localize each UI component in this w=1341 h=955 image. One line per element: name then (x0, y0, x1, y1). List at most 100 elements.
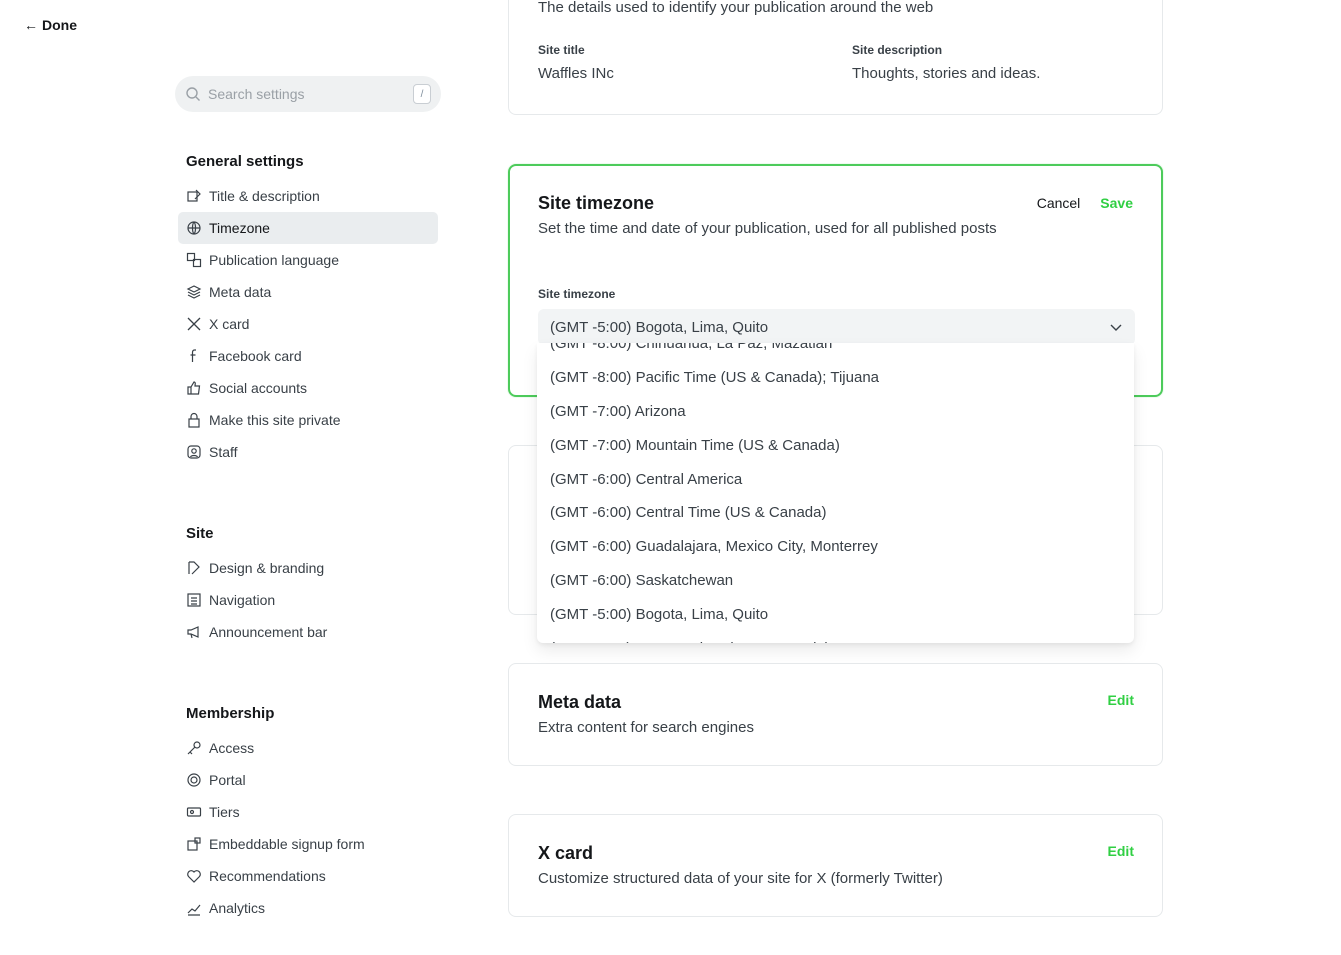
embed-icon (186, 836, 202, 852)
site-description-field: Site description Thoughts, stories and i… (852, 43, 1040, 82)
site-description-value: Thoughts, stories and ideas. (852, 65, 1041, 82)
timezone-card-actions: Cancel Save (1037, 195, 1133, 211)
translate-icon (186, 252, 202, 268)
sidebar-item-navigation[interactable]: Navigation (178, 584, 438, 616)
timezone-option[interactable]: (GMT -6:00) Guadalajara, Mexico City, Mo… (537, 530, 1134, 564)
sidebar-item-announcement-bar[interactable]: Announcement bar (178, 616, 438, 648)
sidebar-item-label: Design & branding (209, 560, 325, 576)
sidebar-item-publication-language[interactable]: Publication language (178, 244, 438, 276)
sidebar-item-label: Navigation (209, 592, 276, 608)
sidebar-item-label: Portal (209, 772, 246, 788)
nav-membership-section: Membership Access Portal Tiers Embeddabl… (178, 705, 438, 924)
site-description-label: Site description (852, 43, 943, 57)
sidebar-item-label: Embeddable signup form (209, 836, 365, 852)
sidebar-item-x-card[interactable]: X card (178, 308, 438, 340)
sidebar-item-label: Analytics (209, 900, 266, 916)
globe-icon (186, 220, 202, 236)
site-title-value: Waffles INc (538, 65, 614, 82)
timezone-option[interactable]: (GMT -6:00) Central Time (US & Canada) (537, 496, 1134, 530)
chevron-down-icon (1110, 324, 1122, 331)
timezone-option[interactable]: (GMT -7:00) Mountain Time (US & Canada) (537, 428, 1134, 462)
lock-icon (186, 412, 202, 428)
sidebar-item-label: Tiers (209, 804, 240, 820)
thumbs-up-icon (186, 380, 202, 396)
sidebar-item-recommendations[interactable]: Recommendations (178, 860, 438, 892)
timezone-options-list: (GMT -8:00) Chihuahua, La Paz, Mazatlan … (537, 343, 1134, 643)
timezone-select[interactable]: (GMT -5:00) Bogota, Lima, Quito (538, 309, 1135, 345)
key-icon (186, 740, 202, 756)
nav-general-heading: General settings (186, 153, 304, 170)
megaphone-icon (186, 624, 202, 640)
meta-card-description: Extra content for search engines (538, 719, 754, 736)
x-logo-icon (186, 316, 202, 332)
timezone-option[interactable]: (GMT -8:00) Pacific Time (US & Canada); … (537, 361, 1134, 395)
x-card-edit-button[interactable]: Edit (1108, 843, 1134, 859)
search-input[interactable] (208, 86, 413, 102)
save-button[interactable]: Save (1100, 195, 1133, 211)
timezone-field-label: Site timezone (538, 287, 616, 301)
list-icon (186, 592, 202, 608)
portal-icon (186, 772, 202, 788)
timezone-card-title: Site timezone (538, 193, 655, 213)
sidebar-item-timezone[interactable]: Timezone (178, 212, 438, 244)
nav-site-heading: Site (186, 525, 214, 542)
timezone-option[interactable]: (GMT -7:00) Arizona (537, 395, 1134, 429)
sidebar-item-label: Recommendations (209, 868, 326, 884)
users-icon (186, 444, 202, 460)
pen-box-icon (186, 188, 202, 204)
meta-edit-button[interactable]: Edit (1108, 692, 1134, 708)
sidebar-item-make-private[interactable]: Make this site private (178, 404, 438, 436)
sidebar-item-label: Meta data (209, 284, 272, 300)
heart-icon (186, 868, 202, 884)
sidebar-item-access[interactable]: Access (178, 732, 438, 764)
sidebar-item-label: Make this site private (209, 412, 341, 428)
meta-card-header: Meta data Extra content for search engin… (538, 692, 754, 739)
search-shortcut-hint: / (413, 84, 431, 104)
sidebar-item-label: Publication language (209, 252, 339, 268)
x-card-card: X card Customize structured data of your… (508, 814, 1163, 917)
title-description-card: The details used to identify your public… (508, 0, 1163, 115)
timezone-option[interactable]: (GMT -8:00) Chihuahua, La Paz, Mazatlan (537, 343, 1134, 361)
sidebar-item-label: Social accounts (209, 380, 308, 396)
timezone-option[interactable]: (GMT -6:00) Saskatchewan (537, 564, 1134, 598)
sidebar-item-label: Announcement bar (209, 624, 328, 640)
done-button[interactable]: ← Done (24, 17, 77, 33)
done-label: Done (42, 17, 77, 33)
title-card-subtitle: The details used to identify your public… (538, 0, 934, 16)
timezone-dropdown[interactable]: (GMT -8:00) Chihuahua, La Paz, Mazatlan … (537, 343, 1134, 643)
sidebar-item-label: X card (209, 316, 250, 332)
nav-general-section: General settings Title & description Tim… (178, 153, 438, 468)
site-title-label: Site title (538, 43, 585, 57)
ticket-icon (186, 804, 202, 820)
sidebar-item-title-description[interactable]: Title & description (178, 180, 438, 212)
sidebar-item-facebook-card[interactable]: Facebook card (178, 340, 438, 372)
sidebar-item-label: Facebook card (209, 348, 302, 364)
timezone-option[interactable]: (GMT -5:00) Eastern Time (US & Canada) (537, 631, 1134, 643)
sidebar-item-social-accounts[interactable]: Social accounts (178, 372, 438, 404)
nav-site-section: Site Design & branding Navigation Announ… (178, 525, 438, 648)
sidebar-item-meta-data[interactable]: Meta data (178, 276, 438, 308)
arrow-left-icon: ← (24, 17, 38, 33)
sidebar-item-analytics[interactable]: Analytics (178, 892, 438, 924)
cancel-button[interactable]: Cancel (1037, 195, 1081, 211)
x-card-title: X card (538, 843, 594, 863)
search-box[interactable]: / (175, 76, 441, 112)
timezone-option[interactable]: (GMT -6:00) Central America (537, 462, 1134, 496)
timezone-card-header: Site timezone Set the time and date of y… (538, 193, 998, 240)
brush-icon (186, 560, 202, 576)
meta-card-title: Meta data (538, 692, 622, 712)
sidebar-item-portal[interactable]: Portal (178, 764, 438, 796)
sidebar-item-tiers[interactable]: Tiers (178, 796, 438, 828)
facebook-icon (186, 348, 202, 364)
sidebar-item-label: Title & description (209, 188, 320, 204)
sidebar-item-embeddable-signup[interactable]: Embeddable signup form (178, 828, 438, 860)
sidebar-item-label: Timezone (209, 220, 270, 236)
sidebar-item-staff[interactable]: Staff (178, 436, 438, 468)
sidebar-item-label: Staff (209, 444, 238, 460)
search-icon (186, 87, 200, 101)
timezone-option[interactable]: (GMT -5:00) Bogota, Lima, Quito (537, 597, 1134, 631)
timezone-card-description: Set the time and date of your publicatio… (538, 220, 997, 237)
chart-icon (186, 900, 202, 916)
x-card-description: Customize structured data of your site f… (538, 870, 943, 887)
sidebar-item-design-branding[interactable]: Design & branding (178, 552, 438, 584)
